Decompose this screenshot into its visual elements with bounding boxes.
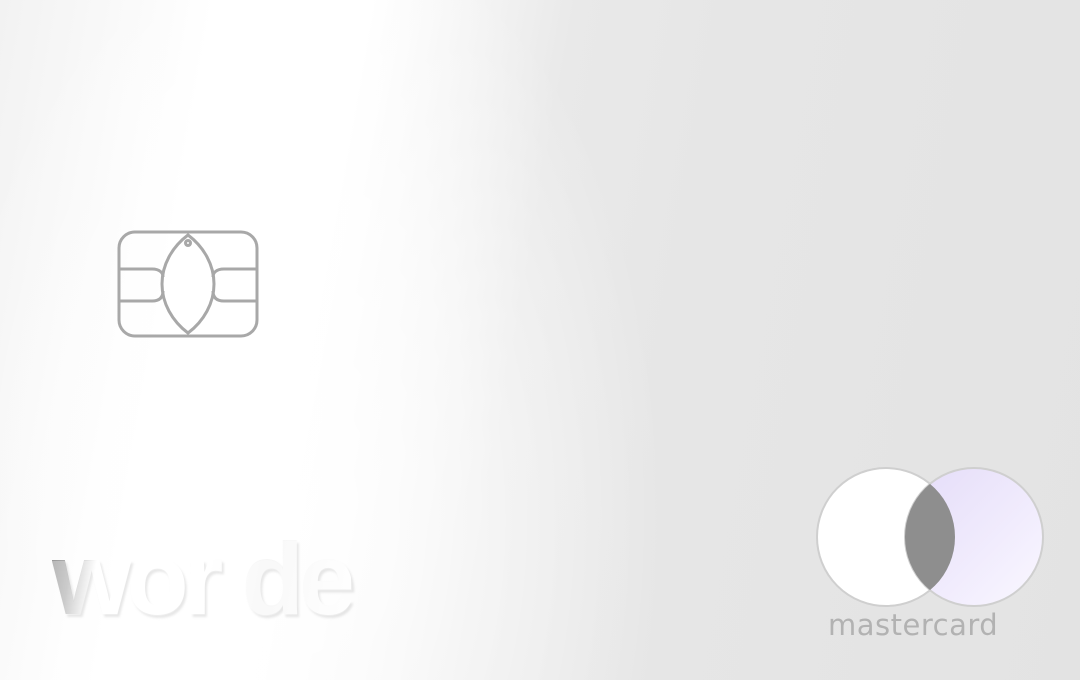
mastercard-circles-icon <box>816 467 1044 607</box>
brand-wordmark: wor de <box>52 522 356 636</box>
emv-chip-icon <box>117 230 259 338</box>
network-name: mastercard <box>828 608 999 642</box>
payment-card: wor de wor de mastercard <box>0 0 1080 680</box>
